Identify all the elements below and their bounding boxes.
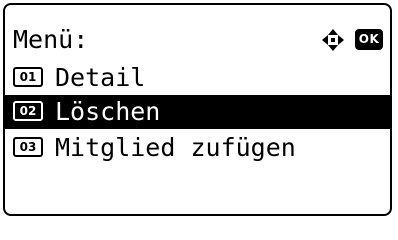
menu-item-label: Detail [55,63,146,92]
item-number-badge: 03 [13,137,43,157]
menu-item-mitglied-zufuegen[interactable]: 03 Mitglied zufügen [5,131,390,165]
menu-item-loeschen[interactable]: 02 Löschen [5,95,390,129]
menu-item-label: Mitglied zufügen [55,133,296,162]
menu-item-detail[interactable]: 01 Detail [5,61,390,95]
menu-item-label: Löschen [55,97,161,126]
item-number-badge: 02 [13,101,43,121]
ok-icon: OK [355,29,383,50]
item-number-badge: 01 [13,67,43,87]
lcd-panel: Menü: OK 01 Detail 02 Löschen 03 Mitglie… [3,3,392,216]
menu-header: Menü: OK [5,23,390,57]
menu-title: Menü: [13,25,89,54]
four-way-arrow-icon [322,29,344,51]
